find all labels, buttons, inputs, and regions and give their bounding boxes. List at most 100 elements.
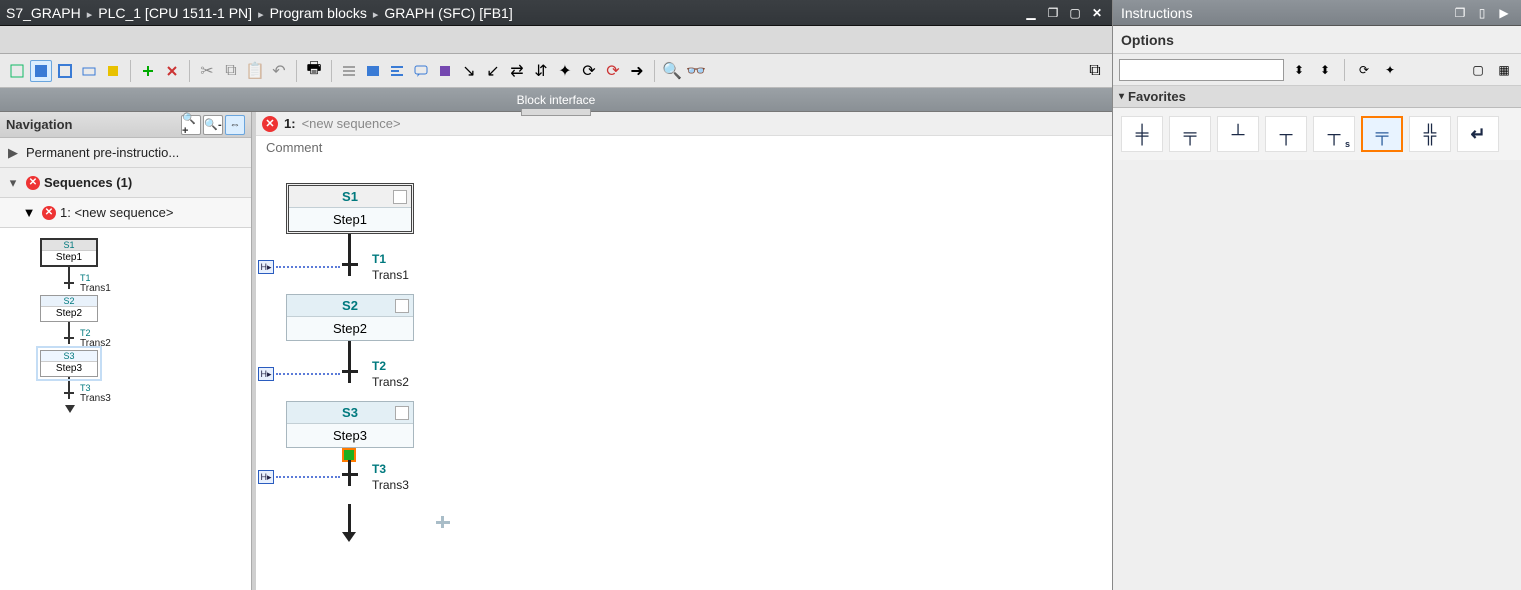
- maximize-button[interactable]: ▢: [1066, 5, 1084, 21]
- window-opts-btn[interactable]: ⧉: [1084, 60, 1106, 82]
- sequence-canvas[interactable]: S1 Step1 H▸ T1 Trans1: [256, 163, 1112, 590]
- thumb-transition[interactable]: T2 Trans2: [40, 332, 241, 350]
- restore-button[interactable]: ❐: [1044, 5, 1062, 21]
- tool-btn-4[interactable]: [78, 60, 100, 82]
- panel-dock-button[interactable]: ❐: [1451, 5, 1469, 21]
- tool-btn-h[interactable]: ⇄: [506, 60, 528, 82]
- tool-btn-1[interactable]: [6, 60, 28, 82]
- fav-sequence-end[interactable]: ┬s: [1313, 116, 1355, 152]
- panel-collapse-button[interactable]: ▯: [1473, 5, 1491, 21]
- step-block[interactable]: S1 Step1: [286, 183, 414, 234]
- view-button-1[interactable]: ▢: [1467, 59, 1489, 81]
- breadcrumb-item[interactable]: S7_GRAPH: [6, 5, 81, 21]
- block-interface-grip[interactable]: [521, 109, 591, 116]
- thumb-step-id: S1: [42, 240, 96, 250]
- breadcrumb-item[interactable]: PLC_1 [CPU 1511-1 PN]: [98, 5, 252, 21]
- step-name[interactable]: Step3: [287, 423, 413, 447]
- transition-id: T3: [372, 462, 386, 476]
- interlock-icon[interactable]: H▸: [258, 470, 274, 484]
- transition-block[interactable]: H▸ T2 Trans2: [286, 361, 414, 401]
- tool-btn-b[interactable]: [362, 60, 384, 82]
- step-name[interactable]: Step2: [287, 316, 413, 340]
- tool-btn-3[interactable]: [54, 60, 76, 82]
- canvas-seq-name[interactable]: <new sequence>: [302, 116, 401, 131]
- sort-desc-button[interactable]: ⬍: [1314, 59, 1336, 81]
- tool-btn-c[interactable]: [386, 60, 408, 82]
- thumb-transition[interactable]: T3 Trans3: [40, 387, 241, 405]
- tool-btn-j[interactable]: ✦: [554, 60, 576, 82]
- paste-btn: 📋: [244, 60, 266, 82]
- transition-name[interactable]: Trans3: [372, 478, 409, 492]
- minimize-button[interactable]: ▁: [1022, 5, 1040, 21]
- transition-name[interactable]: Trans2: [372, 375, 409, 389]
- fav-jump[interactable]: ↵: [1457, 116, 1499, 152]
- fav-transition-up[interactable]: ┬: [1265, 116, 1307, 152]
- fav-alternative-branch[interactable]: ╤: [1361, 116, 1403, 152]
- tool-btn-a[interactable]: [338, 60, 360, 82]
- cancel-refresh-btn[interactable]: ⟳: [602, 60, 624, 82]
- nav-row-sequence-1[interactable]: ▼ ✕ 1: <new sequence>: [0, 198, 251, 228]
- block-interface-bar[interactable]: Block interface: [0, 88, 1112, 112]
- thumb-step[interactable]: S3 Step3: [40, 350, 98, 377]
- ghost-transition-icon[interactable]: [434, 516, 452, 538]
- transition-name[interactable]: Trans1: [372, 268, 409, 282]
- tool-btn-2[interactable]: [30, 60, 52, 82]
- tool-btn-g[interactable]: ↙: [482, 60, 504, 82]
- zoom-out-button[interactable]: 🔍-: [203, 115, 223, 135]
- breadcrumb-sep-icon: [252, 5, 270, 21]
- fav-simultaneous-branch[interactable]: ╬: [1409, 116, 1451, 152]
- thumb-step-id: S2: [41, 296, 97, 306]
- step-actions-icon[interactable]: [395, 299, 409, 313]
- error-icon: ✕: [42, 206, 56, 220]
- triangle-down-icon: ▼: [20, 205, 38, 220]
- thumb-transition[interactable]: T1 Trans1: [40, 277, 241, 295]
- thumb-step[interactable]: S1 Step1: [40, 238, 98, 267]
- step-actions-icon[interactable]: [395, 406, 409, 420]
- step-block[interactable]: S3 Step3: [286, 401, 414, 448]
- instruction-search-input[interactable]: [1119, 59, 1284, 81]
- transition-block[interactable]: H▸ T1 Trans1: [286, 254, 414, 294]
- view-button-2[interactable]: ▦: [1493, 59, 1515, 81]
- thumb-step[interactable]: S2 Step2: [40, 295, 98, 322]
- canvas-comment[interactable]: Comment: [256, 136, 1112, 163]
- step-id: S3: [342, 405, 358, 420]
- breadcrumb-item[interactable]: Program blocks: [270, 5, 367, 21]
- interlock-icon[interactable]: H▸: [258, 260, 274, 274]
- refresh-button[interactable]: ⟳: [1353, 59, 1375, 81]
- favorites-header[interactable]: ▾ Favorites: [1113, 86, 1521, 108]
- delete-btn[interactable]: [161, 60, 183, 82]
- instructions-body: [1113, 160, 1521, 590]
- options-header: Options: [1113, 26, 1521, 54]
- interlock-connector: [276, 266, 340, 268]
- search-btn[interactable]: 🔍: [661, 60, 683, 82]
- fav-step-and-transition[interactable]: ╪: [1121, 116, 1163, 152]
- step-block[interactable]: S2 Step2: [286, 294, 414, 341]
- insert-btn[interactable]: [137, 60, 159, 82]
- tool-btn-5[interactable]: [102, 60, 124, 82]
- filter-button[interactable]: ✦: [1379, 59, 1401, 81]
- go-btn[interactable]: ➜: [626, 60, 648, 82]
- tool-btn-f[interactable]: ↘: [458, 60, 480, 82]
- print-btn[interactable]: 🖶: [303, 60, 325, 82]
- interlock-icon[interactable]: H▸: [258, 367, 274, 381]
- tool-btn-e[interactable]: [434, 60, 456, 82]
- fit-button[interactable]: ⇔: [225, 115, 245, 135]
- panel-expand-button[interactable]: ▶: [1495, 5, 1513, 21]
- thumb-step-name: Step3: [41, 361, 97, 376]
- tool-btn-i[interactable]: ⇵: [530, 60, 552, 82]
- sequence-end: [342, 504, 414, 542]
- zoom-in-button[interactable]: 🔍+: [181, 115, 201, 135]
- transition-block[interactable]: H▸ T3 Trans3: [286, 464, 414, 504]
- fav-step[interactable]: ╤: [1169, 116, 1211, 152]
- nav-row-sequences[interactable]: ▾ ✕ Sequences (1): [0, 168, 251, 198]
- fav-transition-down[interactable]: ┴: [1217, 116, 1259, 152]
- breadcrumb-item[interactable]: GRAPH (SFC) [FB1]: [384, 5, 512, 21]
- nav-row-pre-instructions[interactable]: ▶ Permanent pre-instructio...: [0, 138, 251, 168]
- glasses-btn[interactable]: 👓: [685, 60, 707, 82]
- comment-btn[interactable]: [410, 60, 432, 82]
- step-actions-icon[interactable]: [393, 190, 407, 204]
- sort-asc-button[interactable]: ⬍: [1288, 59, 1310, 81]
- close-button[interactable]: ✕: [1088, 5, 1106, 21]
- refresh-btn[interactable]: ⟳: [578, 60, 600, 82]
- step-name[interactable]: Step1: [289, 207, 411, 231]
